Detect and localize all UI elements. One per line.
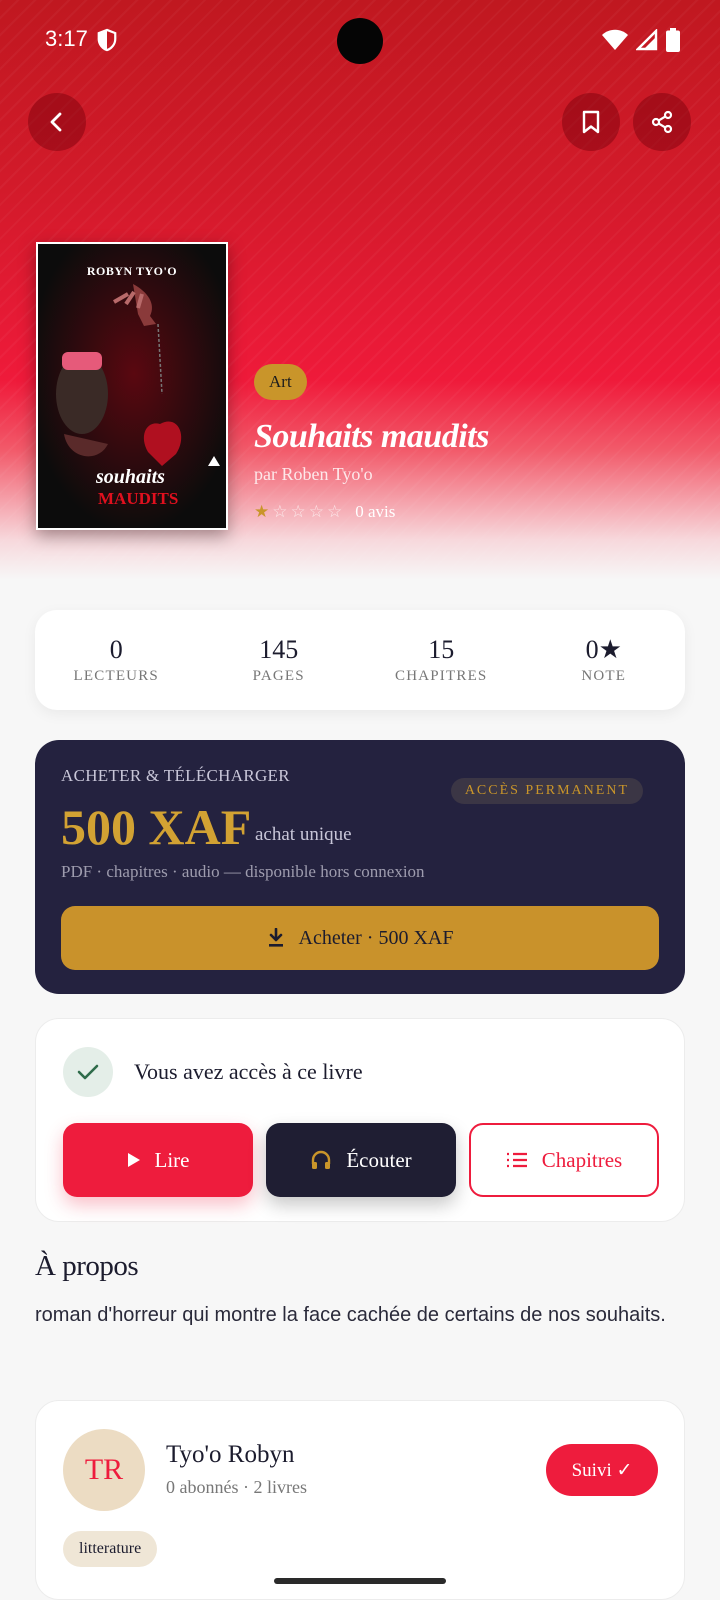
star-empty-icon: ☆	[308, 502, 324, 522]
cover-title-line2: MAUDITS	[98, 489, 179, 508]
stat-pages: 145 PAGES	[198, 610, 361, 710]
star-empty-icon: ☆	[327, 502, 343, 522]
system-icons	[602, 28, 680, 52]
about-text: roman d'horreur qui montre la face caché…	[35, 1304, 666, 1326]
stat-chapters: 15 CHAPITRES	[360, 610, 523, 710]
stat-value: 0	[109, 635, 123, 664]
share-icon	[651, 110, 673, 134]
author-name: Tyo'o Robyn	[166, 1441, 295, 1468]
share-button[interactable]	[633, 93, 691, 151]
stats-card: 0 LECTEURS 145 PAGES 15 CHAPITRES 0★ NOT…	[35, 610, 685, 710]
back-button[interactable]	[28, 93, 86, 151]
play-icon	[127, 1153, 140, 1167]
stat-rating: 0★ NOTE	[523, 610, 686, 710]
purchase-kicker: ACHETER & TÉLÉCHARGER	[61, 766, 290, 785]
cover-title-line1: souhaits	[96, 466, 165, 488]
access-card: Vous avez accès à ce livre Lire Écouter …	[35, 1018, 685, 1222]
star-empty-icon: ☆	[290, 502, 306, 522]
buy-button-label: Acheter · 500 XAF	[298, 926, 454, 949]
follow-button[interactable]: Suivi ✓	[546, 1444, 658, 1496]
stat-label: CHAPITRES	[395, 668, 488, 684]
star-empty-icon: ☆	[272, 502, 288, 522]
listen-button-label: Écouter	[346, 1147, 412, 1172]
permanent-access-badge: ACCÈS PERMANENT	[450, 778, 643, 804]
stat-label: NOTE	[581, 668, 627, 684]
chapters-button[interactable]: Chapitres	[469, 1123, 659, 1197]
read-button-label: Lire	[154, 1147, 190, 1172]
stat-value: 15	[428, 635, 455, 664]
book-title: Souhaits maudits	[254, 418, 489, 455]
read-button[interactable]: Lire	[63, 1123, 253, 1197]
star-half-icon: ★	[254, 502, 270, 522]
book-cover[interactable]: ROBYN TYO'O souhaits MAUDITS	[36, 242, 228, 530]
author-meta: 0 abonnés · 2 livres	[166, 1477, 307, 1497]
stat-value: 0★	[585, 635, 622, 664]
bookmark-icon	[582, 110, 600, 134]
chapters-button-label: Chapitres	[541, 1147, 623, 1172]
price: 500 XAF	[61, 799, 252, 855]
avatar: TR	[63, 1429, 145, 1511]
author-card[interactable]: TR Tyo'o Robyn 0 abonnés · 2 livres Suiv…	[35, 1400, 685, 1600]
rating: ★ ☆ ☆ ☆ ☆ 0 avis	[254, 502, 395, 522]
stat-label: PAGES	[252, 668, 305, 684]
cover-author: ROBYN TYO'O	[86, 264, 178, 278]
status-time: 3:17	[45, 26, 88, 51]
purchase-card: ACHETER & TÉLÉCHARGER ACCÈS PERMANENT 50…	[35, 740, 685, 994]
purchase-description: PDF · chapitres · audio — disponible hor…	[61, 862, 425, 881]
about-heading: À propos	[35, 1250, 139, 1282]
wifi-icon	[602, 29, 628, 50]
camera-cutout	[337, 18, 383, 64]
back-icon	[50, 112, 62, 132]
signal-icon	[636, 29, 658, 51]
shield-icon	[97, 28, 117, 52]
list-icon	[506, 1152, 527, 1168]
download-icon	[268, 928, 283, 947]
price-note: achat unique	[255, 824, 352, 845]
genre-tag[interactable]: litterature	[63, 1531, 158, 1567]
battery-icon	[666, 28, 680, 52]
home-indicator[interactable]	[274, 1578, 446, 1584]
listen-button[interactable]: Écouter	[266, 1123, 456, 1197]
category-tag[interactable]: Art	[254, 364, 307, 400]
stat-readers: 0 LECTEURS	[35, 610, 198, 710]
headphones-icon	[312, 1150, 331, 1169]
check-icon	[63, 1047, 113, 1097]
stat-value: 145	[259, 635, 299, 664]
bookmark-button[interactable]	[562, 93, 620, 151]
review-count: 0 avis	[355, 502, 396, 521]
stat-label: LECTEURS	[73, 668, 159, 684]
buy-button[interactable]: Acheter · 500 XAF	[61, 906, 659, 970]
book-author[interactable]: par Roben Tyo'o	[254, 464, 373, 485]
access-message: Vous avez accès à ce livre	[134, 1059, 363, 1084]
